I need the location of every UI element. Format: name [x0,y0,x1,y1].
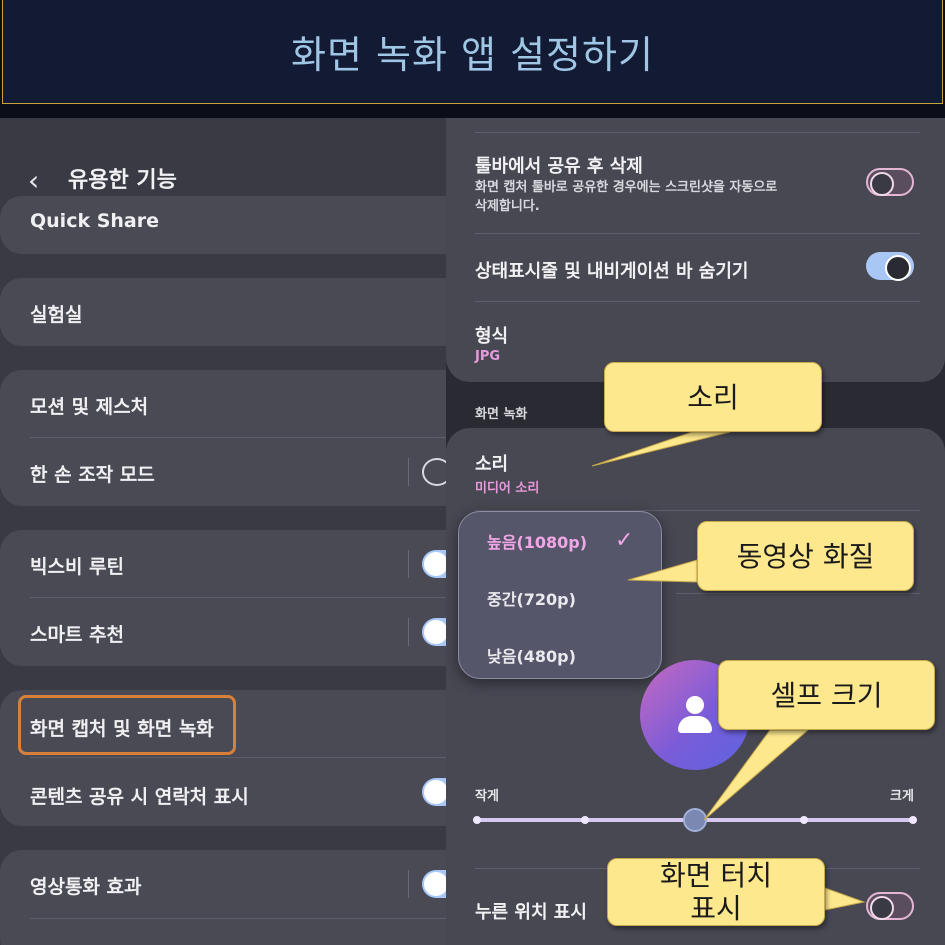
person-icon-head [686,696,704,714]
slider-min-label: 작게 [475,789,499,804]
card-screenshot-options: 툴바에서 공유 후 삭제 화면 캡처 툴바로 공유한 경우에는 스크린샷을 자동… [446,118,945,382]
callout-selfie-size: 셀프 크기 [718,660,935,730]
delete-after-share-toggle[interactable] [866,168,914,196]
item-smart-suggestions[interactable]: 스마트 추천 [30,620,124,647]
divider [475,233,920,234]
slider-step [909,816,917,824]
divider-vertical [408,550,409,578]
quality-option-high[interactable]: 높음(1080p) [487,529,587,553]
item-video-call-effects[interactable]: 영상통화 효과 [30,872,142,899]
callout-show-touches: 화면 터치 표시 [607,858,825,926]
section-screen-recording: 화면 녹화 [475,407,528,422]
card-motion: 모션 및 제스처 한 손 조작 모드 [0,370,460,506]
back-arrow-icon[interactable]: ‹ [28,164,39,197]
useful-features-panel: ‹ 유용한 기능 Quick Share 실험실 모션 및 제스처 한 손 조작… [0,118,460,945]
person-icon-body [678,716,712,733]
divider [30,918,460,919]
desc-line: 삭제합니다. [475,199,540,214]
sound-value: 미디어 소리 [475,481,540,496]
item-motion-gestures[interactable]: 모션 및 제스처 [30,392,148,419]
divider [676,593,920,594]
item-one-hand-mode[interactable]: 한 손 조작 모드 [30,460,155,487]
format-title[interactable]: 형식 [475,322,508,348]
tutorial-title: 화면 녹화 앱 설정하기 [291,33,654,77]
callout-sound: 소리 [604,362,822,432]
divider [475,132,920,133]
show-taps-title: 누른 위치 표시 [475,902,587,923]
delete-after-share-desc: 화면 캡처 툴바로 공유한 경우에는 스크린샷을 자동으로 삭제합니다. [475,178,777,216]
card-video-call: 영상통화 효과 [0,850,460,945]
callout-quality-text: 동영상 화질 [736,539,875,573]
slider-step [800,816,808,824]
item-show-contacts[interactable]: 콘텐츠 공유 시 연락처 표시 [30,782,249,809]
page-title: 유용한 기능 [68,168,177,193]
hide-bars-toggle[interactable] [866,252,914,281]
divider-vertical [408,458,409,486]
tutorial-header: 화면 녹화 앱 설정하기 [2,0,943,104]
slider-max-label: 크게 [890,789,914,804]
delete-after-share-title: 툴바에서 공유 후 삭제 [475,156,643,177]
show-taps-toggle[interactable] [866,892,914,920]
card-quick-share: Quick Share [0,196,460,254]
quality-option-low[interactable]: 낮음(480p) [487,643,576,667]
desc-line: 화면 캡처 툴바로 공유한 경우에는 스크린샷을 자동으로 [475,180,778,195]
sound-title[interactable]: 소리 [475,450,508,476]
quality-option-medium[interactable]: 중간(720p) [487,586,576,610]
slider-step [581,816,589,824]
callout-touch-line2: 표시 [690,892,742,925]
item-quick-share[interactable]: Quick Share [30,210,159,232]
card-bixby: 빅스비 루틴 스마트 추천 [0,530,460,666]
hide-bars-title: 상태표시줄 및 내비게이션 바 숨기기 [475,261,749,282]
callout-touch-line1: 화면 터치 [660,859,772,892]
slider-thumb[interactable] [683,808,707,832]
slider-step [473,816,481,824]
item-bixby-routines[interactable]: 빅스비 루틴 [30,552,124,579]
video-quality-dropdown: 높음(1080p) ✓ 중간(720p) 낮음(480p) [458,511,662,679]
check-icon: ✓ [615,528,634,553]
divider-vertical [408,870,409,898]
divider [475,301,920,302]
selected-item-highlight [18,695,236,755]
item-labs[interactable]: 실험실 [30,300,82,327]
divider [30,597,460,598]
format-value: JPG [475,349,501,364]
callout-video-quality: 동영상 화질 [697,521,914,591]
divider-vertical [408,618,409,646]
divider [30,757,460,758]
callout-selfie-text: 셀프 크기 [770,678,883,712]
card-labs: 실험실 [0,278,460,346]
callout-sound-text: 소리 [687,380,739,414]
divider [30,437,460,438]
